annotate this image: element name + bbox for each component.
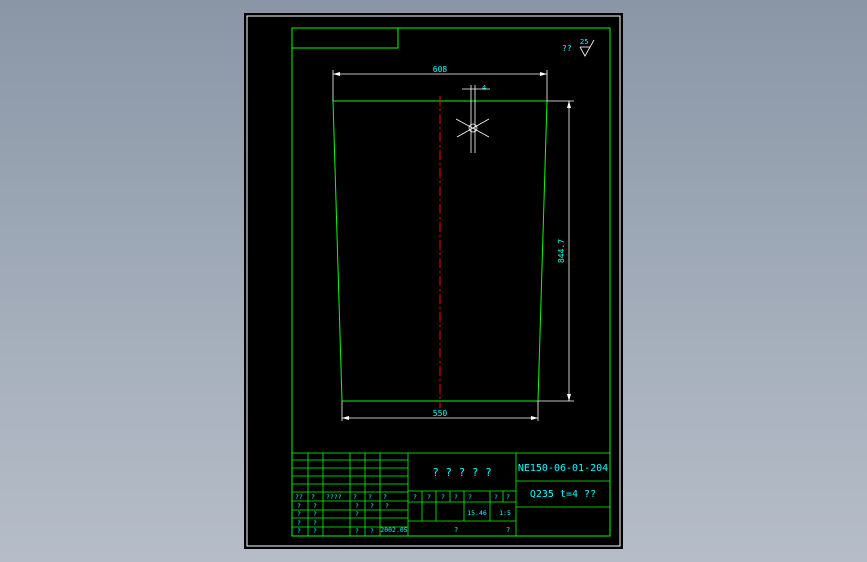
rev-header-cell: ?: [353, 493, 357, 501]
sign-cell: ?: [355, 527, 359, 535]
sign-cell: ?: [313, 519, 317, 527]
stage-header-cell: ?: [413, 493, 417, 501]
rev-header-cell: ????: [326, 493, 342, 501]
rev-header-cell: ?: [383, 493, 387, 501]
drawing-number: NE150-06-01-204: [518, 463, 608, 474]
sheet-info-b: ?: [506, 526, 510, 534]
roughness-value: 25: [580, 38, 588, 46]
rev-header-cell: ?: [368, 493, 372, 501]
stage-header-cell: ?: [441, 493, 445, 501]
stage-header-cell: ?: [506, 493, 510, 501]
material-spec: Q235 t=4 ??: [530, 489, 596, 500]
sign-cell: ?: [313, 502, 317, 510]
sign-cell: ?: [313, 510, 317, 518]
bottom-width-label: 550: [433, 409, 448, 418]
sign-cell: ?: [355, 502, 359, 510]
top-width-label: 608: [433, 65, 448, 74]
part-name: ? ? ? ? ?: [432, 466, 492, 479]
stage-header-cell: ?: [454, 493, 458, 501]
rev-header-cell: ?: [311, 493, 315, 501]
roughness-label: ??: [562, 44, 572, 53]
sign-cell: ?: [297, 519, 301, 527]
sign-cell: ?: [370, 502, 374, 510]
height-label: 844.7: [557, 239, 566, 263]
stage-header-cell: ?: [468, 493, 472, 501]
sign-cell: ?: [297, 510, 301, 518]
sign-cell: ?: [297, 527, 301, 535]
drawing-sheet: ?? 25 608 550 844.7 4 ? ? ? ? ? NE150-06…: [244, 13, 623, 549]
scale-value: 1:5: [499, 509, 511, 517]
cad-viewport[interactable]: ?? 25 608 550 844.7 4 ? ? ? ? ? NE150-06…: [0, 0, 867, 562]
rev-header-cell: ??: [295, 493, 303, 501]
sign-cell: ?: [355, 510, 359, 518]
stage-header-cell: ?: [494, 493, 498, 501]
weight-value: 15.46: [467, 509, 487, 517]
sign-cell: ?: [297, 502, 301, 510]
date-value: 2002.05: [380, 526, 407, 534]
sign-cell: ?: [370, 527, 374, 535]
thickness-label: 4: [482, 84, 486, 92]
sign-cell: ?: [313, 527, 317, 535]
sheet-info-a: ?: [454, 526, 458, 534]
stage-header-cell: ?: [427, 493, 431, 501]
sign-cell: ?: [385, 502, 389, 510]
